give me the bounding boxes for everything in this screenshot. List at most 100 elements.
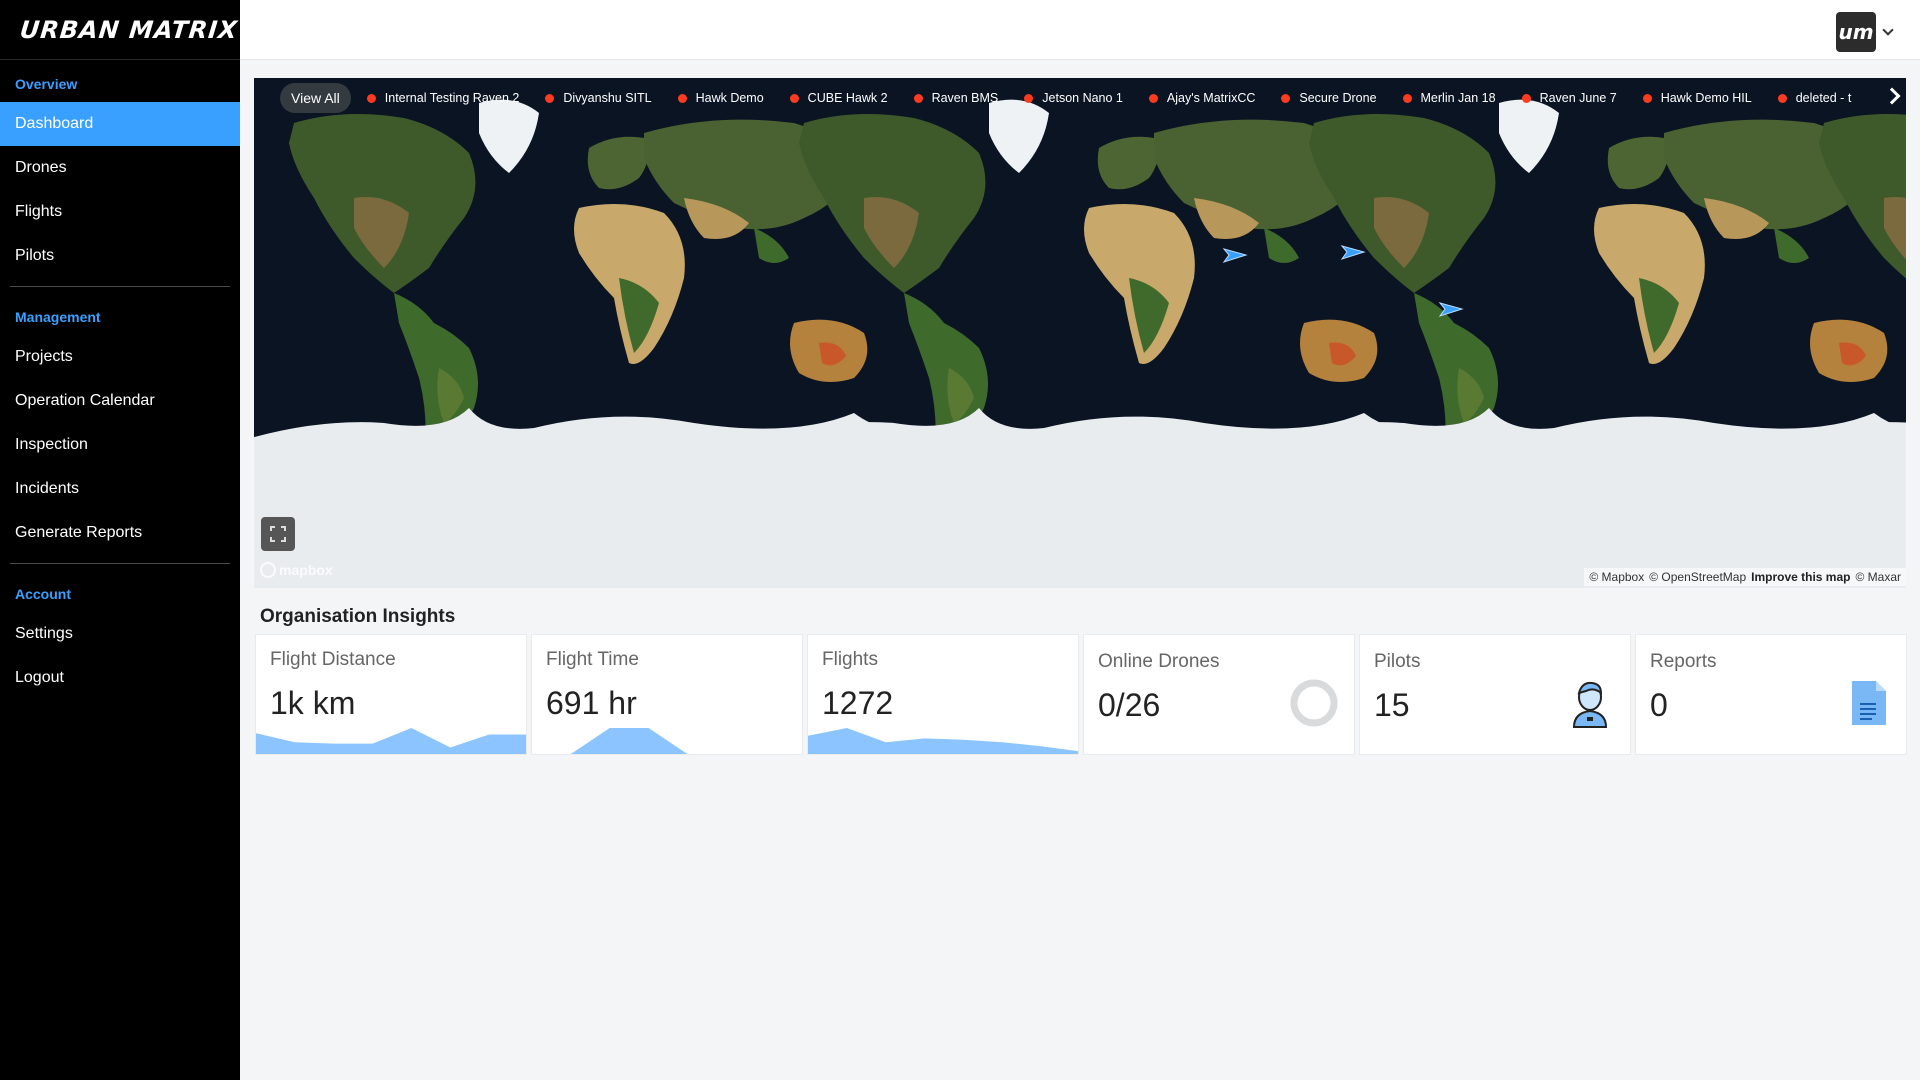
satellite-world-map bbox=[254, 78, 1906, 588]
status-dot-icon bbox=[913, 93, 923, 103]
fullscreen-button[interactable] bbox=[261, 517, 295, 551]
card-label: Flight Time bbox=[546, 649, 639, 670]
card-label: Flight Distance bbox=[270, 649, 396, 670]
sparkline-area bbox=[808, 728, 1078, 754]
mapbox-logo[interactable]: mapbox bbox=[260, 562, 333, 578]
status-dot-icon bbox=[677, 93, 687, 103]
card-label: Flights bbox=[822, 649, 878, 670]
flight-distance-card[interactable]: Flight Distance 1k km bbox=[255, 634, 527, 755]
sidebar-item-projects[interactable]: Projects bbox=[0, 335, 240, 379]
drone-chip-label: Secure Drone bbox=[1299, 91, 1377, 105]
nav-divider bbox=[10, 286, 230, 287]
status-dot-icon bbox=[366, 93, 376, 103]
pilot-icon bbox=[1572, 681, 1608, 728]
top-bar: um bbox=[240, 0, 1920, 60]
attribution-osm-link[interactable]: © OpenStreetMap bbox=[1649, 570, 1746, 584]
nav-section-management: Management bbox=[15, 309, 101, 325]
nav-section-overview: Overview bbox=[15, 76, 78, 92]
improve-map-link[interactable]: Improve this map bbox=[1751, 570, 1850, 584]
sidebar-item-pilots[interactable]: Pilots bbox=[0, 234, 240, 278]
sidebar-item-drones[interactable]: Drones bbox=[0, 146, 240, 190]
status-dot-icon bbox=[1777, 93, 1787, 103]
card-label: Pilots bbox=[1374, 651, 1421, 672]
status-dot-icon bbox=[1642, 93, 1652, 103]
attribution-mapbox-link[interactable]: © Mapbox bbox=[1589, 570, 1644, 584]
drone-chip[interactable]: Secure Drone bbox=[1281, 91, 1377, 105]
drone-chip-label: Raven BMS bbox=[931, 91, 999, 105]
sidebar-item-logout[interactable]: Logout bbox=[0, 656, 240, 700]
mapbox-logo-icon bbox=[260, 562, 276, 578]
online-drones-card[interactable]: Online Drones 0/26 bbox=[1083, 634, 1355, 755]
sidebar: URBAN MATRIX Overview Dashboard Drones F… bbox=[0, 0, 240, 1080]
drone-chip-label: Ajay's MatrixCC bbox=[1166, 91, 1256, 105]
drone-chip-label: Hawk Demo HIL bbox=[1660, 91, 1752, 105]
card-value: 1272 bbox=[822, 685, 894, 721]
sidebar-item-incidents[interactable]: Incidents bbox=[0, 467, 240, 511]
sidebar-item-inspection[interactable]: Inspection bbox=[0, 423, 240, 467]
flight-time-sparkline bbox=[532, 728, 802, 754]
drone-chip[interactable]: Internal Testing Raven 2 bbox=[366, 91, 520, 105]
sidebar-item-operation-calendar[interactable]: Operation Calendar bbox=[0, 379, 240, 423]
drone-chip-label: Hawk Demo bbox=[695, 91, 764, 105]
sparkline-area bbox=[256, 728, 526, 754]
drone-filter-strip: View All Internal Testing Raven 2 Divyan… bbox=[280, 82, 1876, 114]
drone-map[interactable]: View All Internal Testing Raven 2 Divyan… bbox=[254, 78, 1906, 588]
flight-distance-sparkline bbox=[256, 728, 526, 754]
status-dot-icon bbox=[1024, 93, 1034, 103]
drone-chip[interactable]: Jetson Nano 1 bbox=[1024, 91, 1123, 105]
drone-chip-label: Jetson Nano 1 bbox=[1042, 91, 1123, 105]
map-attribution: © Mapbox © OpenStreetMap Improve this ma… bbox=[1584, 568, 1906, 586]
brand-logo-text: URBAN MATRIX bbox=[18, 15, 240, 44]
reports-card[interactable]: Reports 0 bbox=[1635, 634, 1907, 755]
attribution-maxar-link[interactable]: © Maxar bbox=[1855, 570, 1901, 584]
drone-chip-label: Merlin Jan 18 bbox=[1420, 91, 1496, 105]
status-dot-icon bbox=[545, 93, 555, 103]
drone-chip-label: Internal Testing Raven 2 bbox=[384, 91, 520, 105]
drone-chip-label: Raven June 7 bbox=[1539, 91, 1617, 105]
drone-chip-label: Divyanshu SITL bbox=[563, 91, 652, 105]
status-dot-icon bbox=[789, 93, 799, 103]
insights-title: Organisation Insights bbox=[260, 606, 456, 627]
sidebar-item-flights[interactable]: Flights bbox=[0, 190, 240, 234]
chevron-down-icon bbox=[1882, 24, 1894, 36]
drone-chip[interactable]: Raven June 7 bbox=[1521, 91, 1617, 105]
sidebar-item-generate-reports[interactable]: Generate Reports bbox=[0, 511, 240, 555]
drone-chip[interactable]: Hawk Demo bbox=[677, 91, 764, 105]
card-value: 15 bbox=[1374, 687, 1410, 723]
view-all-button[interactable]: View All bbox=[280, 83, 351, 113]
online-drones-donut bbox=[1290, 679, 1338, 727]
drone-chip[interactable]: CUBE Hawk 2 bbox=[789, 91, 888, 105]
drone-chip[interactable]: Raven BMS bbox=[913, 91, 999, 105]
status-dot-icon bbox=[1281, 93, 1291, 103]
card-value: 1k km bbox=[270, 685, 356, 721]
drone-chip[interactable]: Divyanshu SITL bbox=[545, 91, 652, 105]
status-dot-icon bbox=[1402, 93, 1412, 103]
card-label: Online Drones bbox=[1098, 651, 1220, 672]
drone-chip[interactable]: Merlin Jan 18 bbox=[1402, 91, 1496, 105]
pilots-card[interactable]: Pilots 15 bbox=[1359, 634, 1631, 755]
status-dot-icon bbox=[1148, 93, 1158, 103]
sparkline-area bbox=[532, 728, 802, 754]
account-menu-button[interactable]: um bbox=[1836, 12, 1894, 52]
card-value: 0/26 bbox=[1098, 687, 1161, 723]
fullscreen-icon bbox=[270, 526, 286, 542]
drone-chip[interactable]: deleted - t bbox=[1777, 91, 1851, 105]
brand-logo[interactable]: URBAN MATRIX bbox=[0, 0, 240, 60]
nav-divider bbox=[10, 563, 230, 564]
drone-chip-label: CUBE Hawk 2 bbox=[807, 91, 888, 105]
document-icon bbox=[1852, 681, 1886, 725]
flights-sparkline bbox=[808, 728, 1078, 754]
sidebar-item-settings[interactable]: Settings bbox=[0, 612, 240, 656]
nav-section-account: Account bbox=[15, 586, 71, 602]
flights-card[interactable]: Flights 1272 bbox=[807, 634, 1079, 755]
sidebar-item-dashboard[interactable]: Dashboard bbox=[0, 102, 240, 146]
drone-chip[interactable]: Hawk Demo HIL bbox=[1642, 91, 1752, 105]
avatar: um bbox=[1836, 12, 1876, 52]
card-value: 691 hr bbox=[546, 685, 637, 721]
drone-chip[interactable]: Ajay's MatrixCC bbox=[1148, 91, 1256, 105]
flight-time-card[interactable]: Flight Time 691 hr bbox=[531, 634, 803, 755]
status-dot-icon bbox=[1521, 93, 1531, 103]
card-label: Reports bbox=[1650, 651, 1717, 672]
card-value: 0 bbox=[1650, 687, 1668, 723]
mapbox-logo-text: mapbox bbox=[279, 562, 333, 578]
